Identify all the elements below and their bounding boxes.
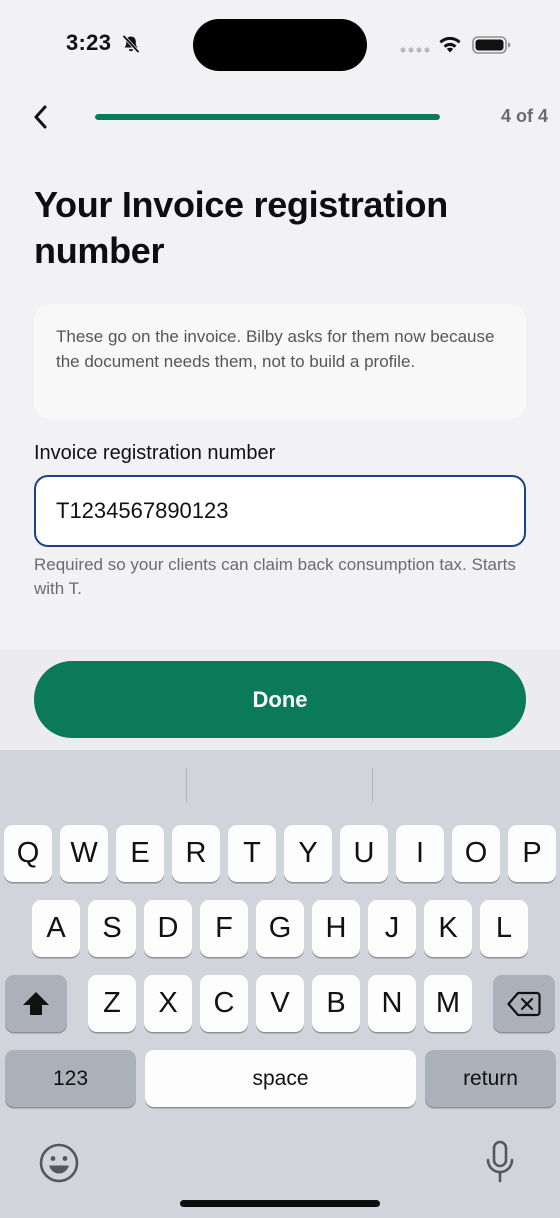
wifi-icon [439, 36, 461, 53]
key-t[interactable]: T [228, 825, 276, 882]
screen: 3:23 4 of 4 Your Invoice registration nu… [0, 0, 560, 1218]
field-label: Invoice registration number [34, 442, 276, 464]
bell-slash-icon [122, 35, 140, 53]
key-q[interactable]: Q [4, 825, 52, 882]
key-b[interactable]: B [312, 975, 360, 1032]
emoji-icon[interactable] [38, 1142, 80, 1184]
key-p[interactable]: P [508, 825, 556, 882]
registration-number-field[interactable] [34, 475, 526, 547]
battery-icon [472, 36, 511, 54]
space-key[interactable]: space [145, 1050, 416, 1107]
key-g[interactable]: G [256, 900, 304, 957]
done-bar: Done [0, 650, 560, 750]
microphone-icon[interactable] [484, 1140, 516, 1184]
key-e[interactable]: E [116, 825, 164, 882]
key-c[interactable]: C [200, 975, 248, 1032]
key-i[interactable]: I [396, 825, 444, 882]
registration-number-input[interactable] [56, 498, 504, 524]
shift-icon [23, 991, 49, 1015]
key-n[interactable]: N [368, 975, 416, 1032]
signal-icon [400, 47, 430, 53]
numbers-key[interactable]: 123 [5, 1050, 136, 1107]
key-y[interactable]: Y [284, 825, 332, 882]
info-text: These go on the invoice. Bilby asks for … [56, 327, 495, 371]
status-bar: 3:23 [0, 0, 560, 90]
info-card: These go on the invoice. Bilby asks for … [34, 304, 526, 419]
done-button[interactable]: Done [34, 661, 526, 738]
key-s[interactable]: S [88, 900, 136, 957]
suggestion-divider [186, 768, 187, 802]
key-l[interactable]: L [480, 900, 528, 957]
key-m[interactable]: M [424, 975, 472, 1032]
key-z[interactable]: Z [88, 975, 136, 1032]
delete-icon [507, 991, 541, 1016]
key-f[interactable]: F [200, 900, 248, 957]
progress-bar [95, 114, 440, 120]
status-time: 3:23 [66, 30, 112, 55]
chevron-left-icon [34, 105, 47, 129]
back-button[interactable] [24, 100, 58, 134]
suggestion-bar [0, 750, 560, 822]
key-o[interactable]: O [452, 825, 500, 882]
key-a[interactable]: A [32, 900, 80, 957]
key-k[interactable]: K [424, 900, 472, 957]
shift-key[interactable] [5, 975, 67, 1032]
key-w[interactable]: W [60, 825, 108, 882]
key-u[interactable]: U [340, 825, 388, 882]
progress-fill [95, 114, 440, 120]
return-key[interactable]: return [425, 1050, 556, 1107]
key-v[interactable]: V [256, 975, 304, 1032]
keyboard: QWERTYUIOP ASDFGHJKL ZXCVBNM 123 space r… [0, 750, 560, 1218]
dynamic-island [193, 19, 367, 71]
key-j[interactable]: J [368, 900, 416, 957]
key-h[interactable]: H [312, 900, 360, 957]
step-indicator: 4 of 4 [500, 106, 548, 126]
key-d[interactable]: D [144, 900, 192, 957]
key-x[interactable]: X [144, 975, 192, 1032]
helper-text: Required so your clients can claim back … [34, 555, 516, 598]
page-title: Your Invoice registration number [34, 184, 448, 271]
key-r[interactable]: R [172, 825, 220, 882]
suggestion-divider [372, 768, 373, 802]
home-indicator [180, 1200, 380, 1207]
delete-key[interactable] [493, 975, 555, 1032]
